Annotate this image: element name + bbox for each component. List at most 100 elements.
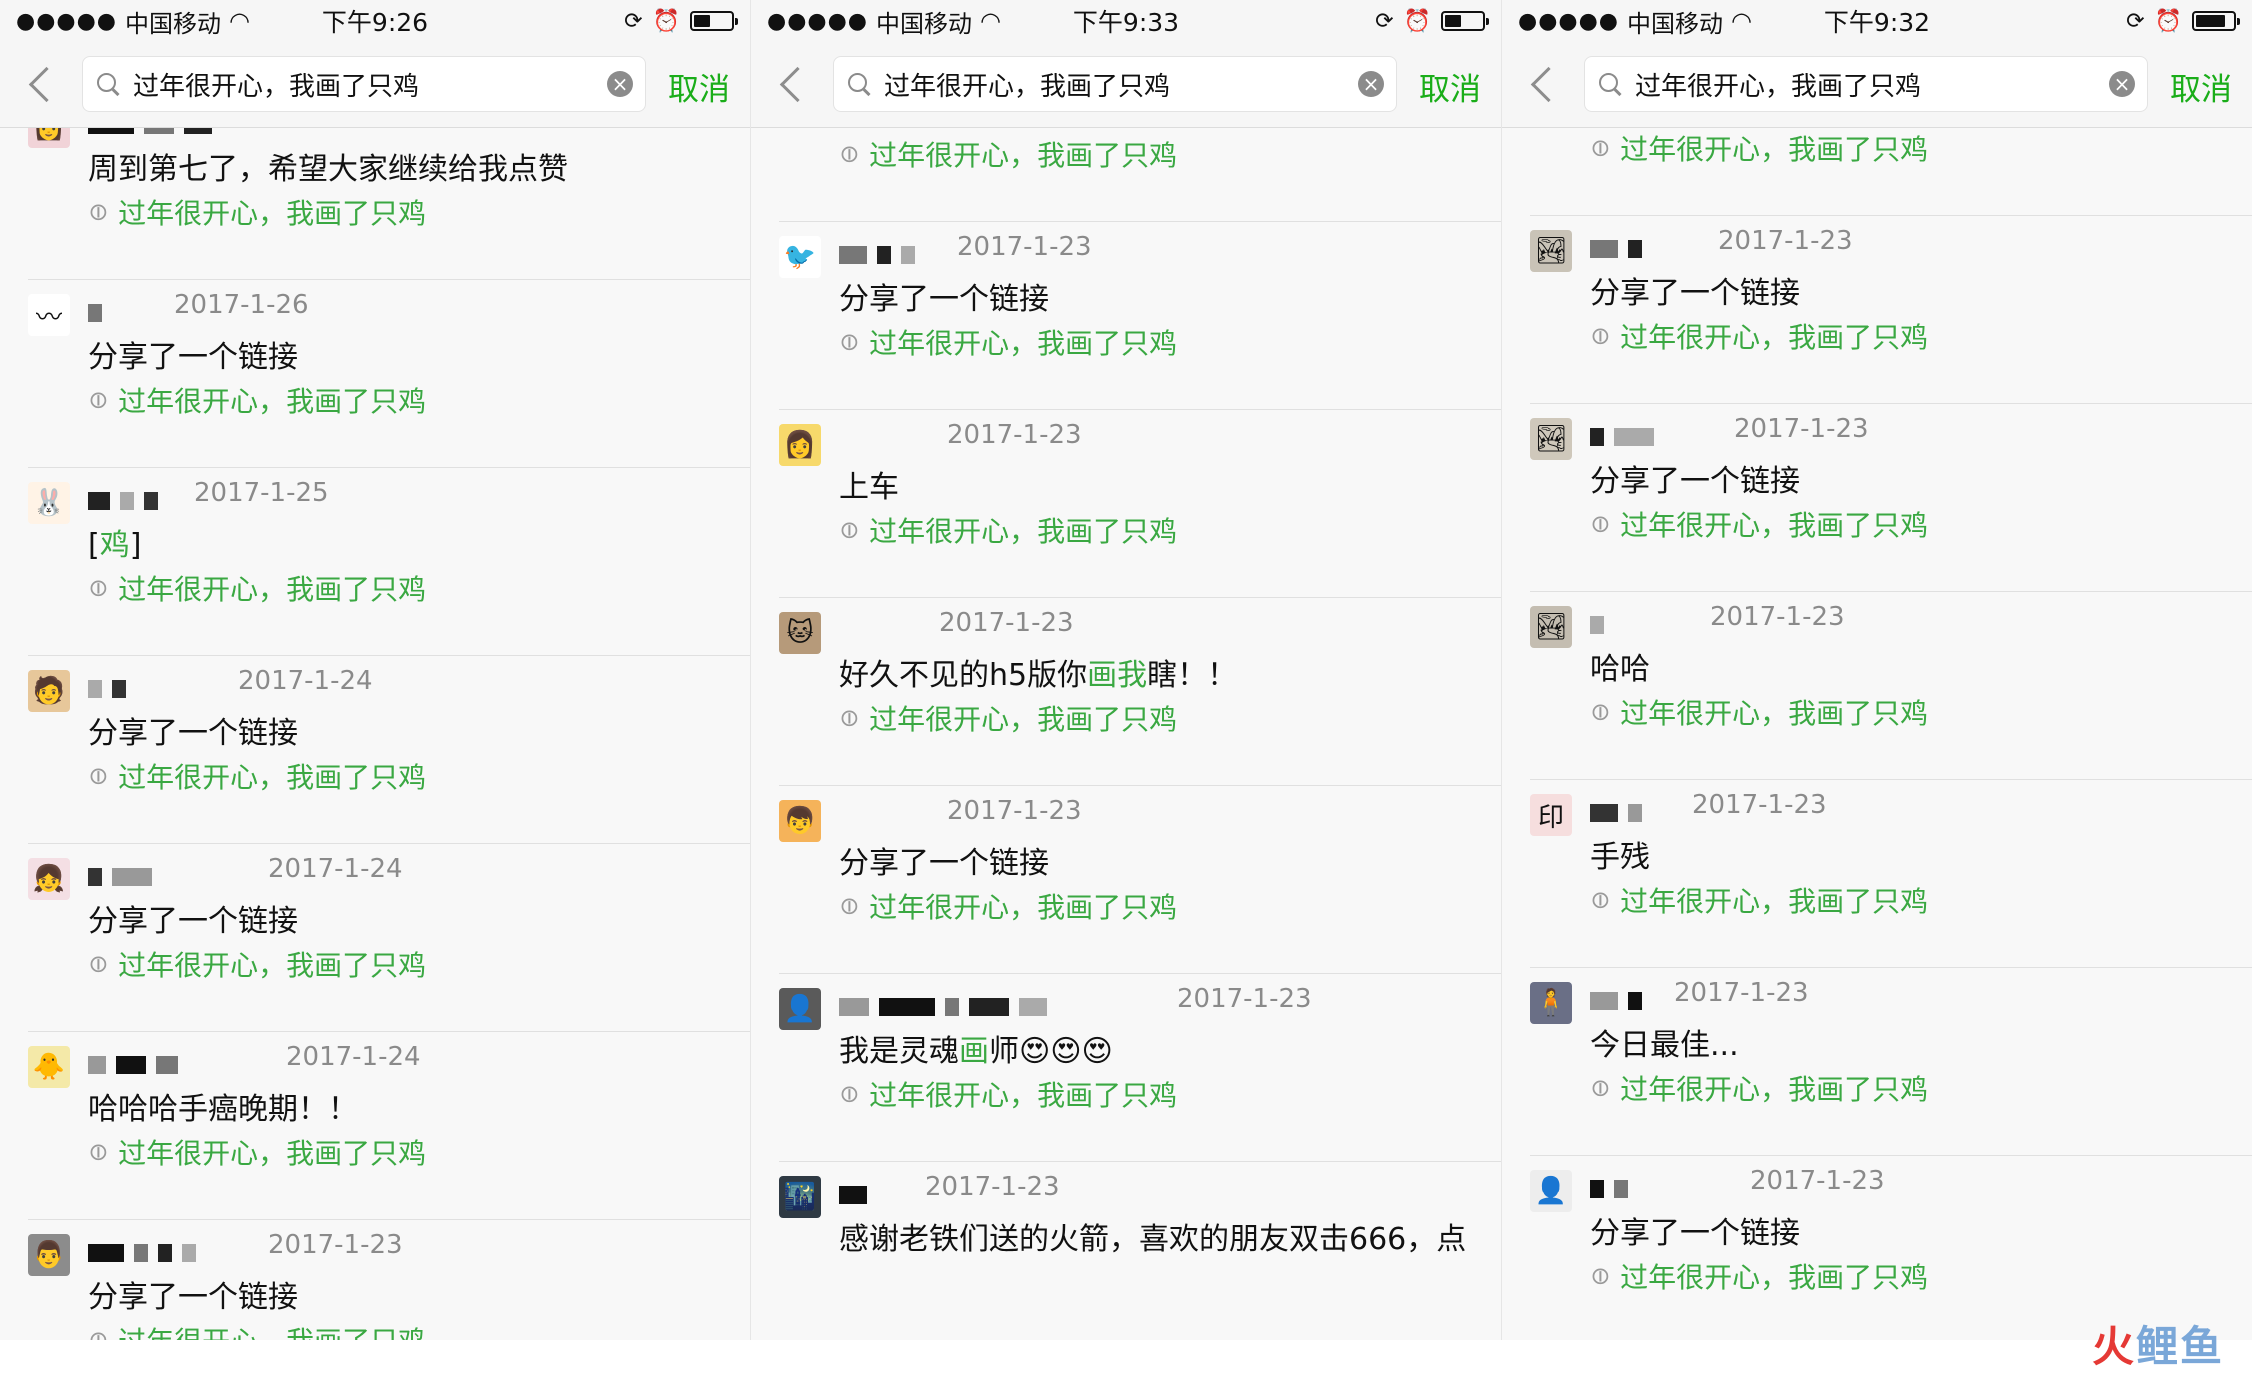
- scenery-avatar-icon[interactable]: 🏞: [1530, 606, 1572, 648]
- post-item[interactable]: 🏞 2017-1-23 哈哈 ⊘ 过年很开心，我画了只鸡: [1530, 592, 2252, 780]
- shared-link[interactable]: ⊘过年很开心，我画了只鸡: [832, 322, 1177, 362]
- search-input[interactable]: 过年很开心，我画了只鸡 ×: [1584, 56, 2148, 112]
- post-item[interactable]: 👩 2017-1-26 周到第七了，希望大家继续给我点赞 ⊘过年很开心，我画了只鸡: [28, 128, 750, 280]
- shared-link[interactable]: ⊘过年很开心，我画了只鸡: [832, 134, 1177, 174]
- post-item[interactable]: 🌃 2017-1-23 感谢老铁们送的火箭，喜欢的朋友双击666，点: [779, 1162, 1501, 1340]
- shared-link-title[interactable]: 过年很开心，我画了只鸡: [118, 192, 426, 232]
- post-item[interactable]: 👧 2017-1-24 分享了一个链接 ⊘ 过年很开心，我画了只鸡: [28, 844, 750, 1032]
- shared-link[interactable]: ⊘过年很开心，我画了只鸡: [1583, 316, 1928, 356]
- clear-icon[interactable]: ×: [2109, 71, 2135, 97]
- post-item[interactable]: 印 2017-1-23 手残 ⊘ 过年很开心，我画了只鸡: [1530, 780, 2252, 968]
- shared-link-title[interactable]: 过年很开心，我画了只鸡: [1620, 128, 1928, 168]
- back-icon[interactable]: [779, 66, 816, 103]
- redaction-block: [144, 128, 174, 134]
- shared-link[interactable]: ⊘过年很开心，我画了只鸡: [81, 192, 426, 232]
- shared-link-title[interactable]: 过年很开心，我画了只鸡: [118, 568, 426, 608]
- shared-link[interactable]: ⊘过年很开心，我画了只鸡: [81, 1132, 426, 1172]
- figure-avatar-icon[interactable]: 🧍: [1530, 982, 1572, 1024]
- shared-link[interactable]: ⊘过年很开心，我画了只鸡: [1583, 128, 1928, 168]
- post-date: 2017-1-23: [947, 420, 1082, 450]
- girl-avatar-icon[interactable]: 👧: [28, 858, 70, 900]
- shared-link[interactable]: ⊘过年很开心，我画了只鸡: [832, 698, 1177, 738]
- shared-link[interactable]: ⊘过年很开心，我画了只鸡: [832, 886, 1177, 926]
- clear-icon[interactable]: ×: [607, 71, 633, 97]
- scenery-avatar-icon[interactable]: 🏞: [1530, 230, 1572, 272]
- post-item[interactable]: 🏞 2017-1-23 分享了一个链接 ⊘ 过年很开心，我画了只鸡: [1530, 404, 2252, 592]
- post-item[interactable]: 🐥 2017-1-24 哈哈哈手癌晚期！！ ⊘ 过年很开心，我画了只鸡: [28, 1032, 750, 1220]
- girl-avatar-icon[interactable]: 👩: [779, 424, 821, 466]
- pixel-avatar-icon[interactable]: 🧑: [28, 670, 70, 712]
- search-query[interactable]: 过年很开心，我画了只鸡: [1635, 66, 2109, 103]
- line-art-avatar-icon[interactable]: 〰: [28, 294, 70, 336]
- cancel-button[interactable]: 取消: [1419, 64, 1481, 109]
- back-icon[interactable]: [28, 66, 65, 103]
- post-item[interactable]: 🐦 2017-1-23 分享了一个链接 ⊘ 过年很开心，我画了只鸡: [779, 222, 1501, 410]
- sketch-avatar-icon[interactable]: 👤: [1530, 1170, 1572, 1212]
- shared-link-title[interactable]: 过年很开心，我画了只鸡: [118, 1320, 426, 1340]
- shared-link-title[interactable]: 过年很开心，我画了只鸡: [869, 1074, 1177, 1114]
- post-item[interactable]: 2017-1-23分享了一个链接⊘过年很开心，我画了只鸡: [1530, 128, 2252, 216]
- post-item[interactable]: 🧑 2017-1-24 分享了一个链接 ⊘ 过年很开心，我画了只鸡: [28, 656, 750, 844]
- shared-link-title[interactable]: 过年很开心，我画了只鸡: [1620, 316, 1928, 356]
- shared-link-title[interactable]: 过年很开心，我画了只鸡: [869, 134, 1177, 174]
- search-input[interactable]: 过年很开心，我画了只鸡 ×: [82, 56, 646, 112]
- post-item[interactable]: 👩 2017-1-23 上车 ⊘ 过年很开心，我画了只鸡: [779, 410, 1501, 598]
- redaction-block: [879, 998, 935, 1016]
- rabbit-avatar-icon[interactable]: 🐰: [28, 482, 70, 524]
- night-avatar-icon[interactable]: 🌃: [779, 1176, 821, 1218]
- post-item[interactable]: 🎨2017-1-23分享了一个链接⊘过年很开心，我画了只鸡: [779, 128, 1501, 222]
- girl-avatar-icon[interactable]: 👩: [28, 128, 70, 148]
- pikachu-avatar-icon[interactable]: 🐥: [28, 1046, 70, 1088]
- back-icon[interactable]: [1530, 66, 1567, 103]
- shared-link-title[interactable]: 过年很开心，我画了只鸡: [1620, 1256, 1928, 1296]
- post-item[interactable]: 🐱 2017-1-23 好久不见的h5版你画我瞎！！ ⊘ 过年很开心，我画了只鸡: [779, 598, 1501, 786]
- stamp-avatar-icon[interactable]: 印: [1530, 794, 1572, 836]
- shared-link[interactable]: ⊘过年很开心，我画了只鸡: [1583, 1068, 1928, 1108]
- shared-link-title[interactable]: 过年很开心，我画了只鸡: [1620, 504, 1928, 544]
- shared-link-title[interactable]: 过年很开心，我画了只鸡: [1620, 1068, 1928, 1108]
- clear-icon[interactable]: ×: [1358, 71, 1384, 97]
- search-query[interactable]: 过年很开心，我画了只鸡: [133, 66, 607, 103]
- shared-link[interactable]: ⊘过年很开心，我画了只鸡: [832, 510, 1177, 550]
- post-item[interactable]: 🏞 2017-1-23 分享了一个链接 ⊘ 过年很开心，我画了只鸡: [1530, 216, 2252, 404]
- shared-link[interactable]: ⊘过年很开心，我画了只鸡: [1583, 692, 1928, 732]
- shared-link[interactable]: ⊘过年很开心，我画了只鸡: [81, 568, 426, 608]
- search-query[interactable]: 过年很开心，我画了只鸡: [884, 66, 1358, 103]
- man-avatar-icon[interactable]: 👨: [28, 1234, 70, 1276]
- post-item[interactable]: 👤 2017-1-23 我是灵魂画师😍😍😍 ⊘ 过年很开心，我画了只鸡: [779, 974, 1501, 1162]
- boy-avatar-icon[interactable]: 👦: [779, 800, 821, 842]
- post-feed[interactable]: 🎨2017-1-23分享了一个链接⊘过年很开心，我画了只鸡🐦2017-1-23分…: [751, 128, 1501, 1340]
- cancel-button[interactable]: 取消: [2170, 64, 2232, 109]
- shared-link-title[interactable]: 过年很开心，我画了只鸡: [118, 944, 426, 984]
- shared-link[interactable]: ⊘过年很开心，我画了只鸡: [81, 380, 426, 420]
- post-item[interactable]: 👦 2017-1-23 分享了一个链接 ⊘ 过年很开心，我画了只鸡: [779, 786, 1501, 974]
- shared-link-title[interactable]: 过年很开心，我画了只鸡: [869, 698, 1177, 738]
- shared-link-title[interactable]: 过年很开心，我画了只鸡: [118, 380, 426, 420]
- shared-link[interactable]: ⊘过年很开心，我画了只鸡: [832, 1074, 1177, 1114]
- post-feed[interactable]: 2017-1-23分享了一个链接⊘过年很开心，我画了只鸡🏞2017-1-23分享…: [1502, 128, 2252, 1340]
- shared-link[interactable]: ⊘过年很开心，我画了只鸡: [81, 756, 426, 796]
- sketch-avatar-icon[interactable]: 👤: [779, 988, 821, 1030]
- shared-link[interactable]: ⊘过年很开心，我画了只鸡: [81, 944, 426, 984]
- post-item[interactable]: 〰 2017-1-26 分享了一个链接 ⊘ 过年很开心，我画了只鸡: [28, 280, 750, 468]
- cancel-button[interactable]: 取消: [668, 64, 730, 109]
- post-item[interactable]: 🧍 2017-1-23 今日最佳... ⊘ 过年很开心，我画了只鸡: [1530, 968, 2252, 1156]
- shared-link[interactable]: ⊘过年很开心，我画了只鸡: [1583, 504, 1928, 544]
- post-feed[interactable]: 👩2017-1-26周到第七了，希望大家继续给我点赞⊘过年很开心，我画了只鸡〰2…: [0, 128, 750, 1340]
- shared-link-title[interactable]: 过年很开心，我画了只鸡: [118, 756, 426, 796]
- shared-link-title[interactable]: 过年很开心，我画了只鸡: [1620, 880, 1928, 920]
- shared-link-title[interactable]: 过年很开心，我画了只鸡: [869, 510, 1177, 550]
- post-item[interactable]: 🐰 2017-1-25 [鸡] ⊘ 过年很开心，我画了只鸡: [28, 468, 750, 656]
- search-input[interactable]: 过年很开心，我画了只鸡 ×: [833, 56, 1397, 112]
- shared-link[interactable]: ⊘过年很开心，我画了只鸡: [1583, 880, 1928, 920]
- shared-link-title[interactable]: 过年很开心，我画了只鸡: [869, 886, 1177, 926]
- shared-link[interactable]: ⊘过年很开心，我画了只鸡: [1583, 1256, 1928, 1296]
- cat-avatar-icon[interactable]: 🐱: [779, 612, 821, 654]
- shared-link-title[interactable]: 过年很开心，我画了只鸡: [869, 322, 1177, 362]
- scenery-avatar-icon[interactable]: 🏞: [1530, 418, 1572, 460]
- post-item[interactable]: 👨 2017-1-23 分享了一个链接 ⊘过年很开心，我画了只鸡: [28, 1220, 750, 1340]
- shared-link-title[interactable]: 过年很开心，我画了只鸡: [118, 1132, 426, 1172]
- shared-link[interactable]: ⊘过年很开心，我画了只鸡: [81, 1320, 426, 1340]
- shared-link-title[interactable]: 过年很开心，我画了只鸡: [1620, 692, 1928, 732]
- bird-avatar-icon[interactable]: 🐦: [779, 236, 821, 278]
